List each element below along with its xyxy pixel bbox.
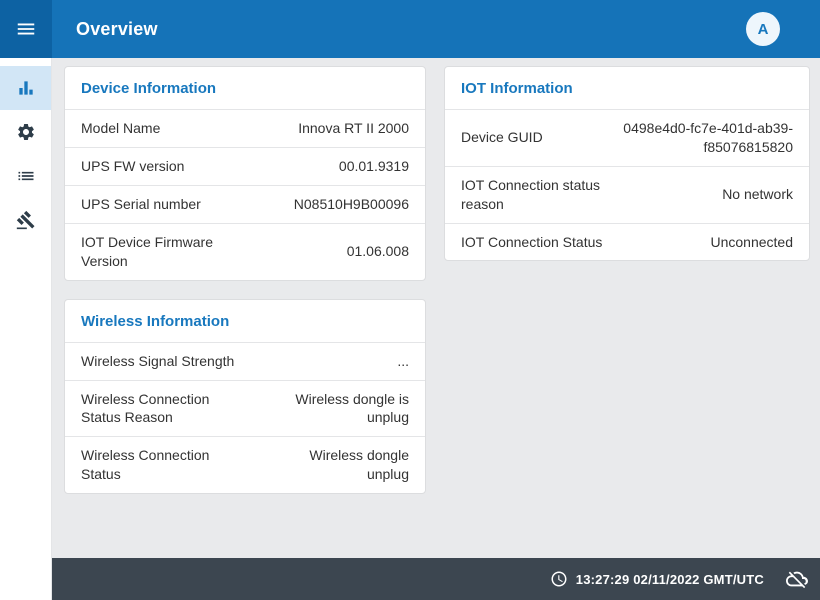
row-label: UPS Serial number <box>81 195 201 212</box>
table-row: IOT Device Firmware Version 01.06.008 <box>65 222 425 280</box>
row-value: ... <box>397 352 409 369</box>
main-content: Device Information Model Name Innova RT … <box>52 58 820 558</box>
table-row: Device GUID 0498e4d0-fc7e-401d-ab39-f850… <box>445 110 809 166</box>
hamburger-icon <box>17 23 35 35</box>
right-column: IOT Information Device GUID 0498e4d0-fc7… <box>444 66 810 262</box>
row-value: Unconnected <box>710 233 793 250</box>
app-root: Overview A Device Information Model Name… <box>0 0 820 600</box>
row-label: IOT Connection Status <box>461 233 603 250</box>
menu-button[interactable] <box>0 0 52 58</box>
sidebar-item-log[interactable] <box>0 154 51 198</box>
row-value: N08510H9B00096 <box>293 195 409 212</box>
row-value: 01.06.008 <box>346 243 409 260</box>
card-title: IOT Information <box>445 67 809 110</box>
avatar[interactable]: A <box>746 12 780 46</box>
sidebar-item-settings[interactable] <box>0 110 51 154</box>
row-value: No network <box>722 186 793 203</box>
table-row: Wireless Connection Status Wireless dong… <box>65 436 425 493</box>
statusbar-datetime: 13:27:29 02/11/2022 GMT/UTC <box>575 571 764 587</box>
avatar-letter: A <box>757 20 769 38</box>
sidebar-item-maintenance[interactable] <box>0 198 51 242</box>
sidebar <box>0 58 52 600</box>
row-value: Wireless dongle unplug <box>309 447 409 483</box>
table-row: IOT Connection status reason No network <box>445 165 809 223</box>
sidebar-item-overview[interactable] <box>0 66 51 110</box>
card-title: Device Information <box>65 67 425 110</box>
table-row: Model Name Innova RT II 2000 <box>65 110 425 147</box>
table-row: IOT Connection Status Unconnected <box>445 222 809 261</box>
iot-information-card: IOT Information Device GUID 0498e4d0-fc7… <box>444 66 810 262</box>
wireless-information-card: Wireless Information Wireless Signal Str… <box>64 298 426 495</box>
clock-icon <box>551 571 567 587</box>
row-label: Wireless Connection Status <box>81 447 210 483</box>
gear-icon <box>17 124 34 140</box>
row-label: IOT Device Firmware Version <box>81 233 213 269</box>
device-information-card: Device Information Model Name Innova RT … <box>64 66 426 281</box>
row-value: Wireless dongle is unplug <box>295 390 409 426</box>
status-bar: 13:27:29 02/11/2022 GMT/UTC <box>52 558 820 600</box>
left-column: Device Information Model Name Innova RT … <box>64 66 426 495</box>
bar-chart-icon <box>18 81 33 95</box>
table-row: Wireless Connection Status Reason Wirele… <box>65 379 425 437</box>
cloud-off-icon <box>786 571 808 589</box>
row-label: Device GUID <box>461 129 543 146</box>
row-value: 00.01.9319 <box>338 158 409 174</box>
card-title: Wireless Information <box>65 300 425 343</box>
row-label: Wireless Signal Strength <box>81 352 235 369</box>
gavel-icon <box>16 210 35 230</box>
row-value: 0498e4d0-fc7e-401d-ab39-f85076815820 <box>623 120 793 155</box>
table-row: UPS FW version 00.01.9319 <box>65 147 425 185</box>
row-label: UPS FW version <box>81 158 185 174</box>
row-label: IOT Connection status reason <box>461 176 601 212</box>
row-label: Wireless Connection Status Reason <box>81 390 210 426</box>
page-title: Overview <box>76 18 158 39</box>
table-row: UPS Serial number N08510H9B00096 <box>65 184 425 223</box>
table-row: Wireless Signal Strength ... <box>65 343 425 380</box>
top-bar: Overview A <box>52 0 820 58</box>
list-icon <box>18 171 33 181</box>
row-value: Innova RT II 2000 <box>298 120 409 137</box>
row-label: Model Name <box>81 120 161 137</box>
